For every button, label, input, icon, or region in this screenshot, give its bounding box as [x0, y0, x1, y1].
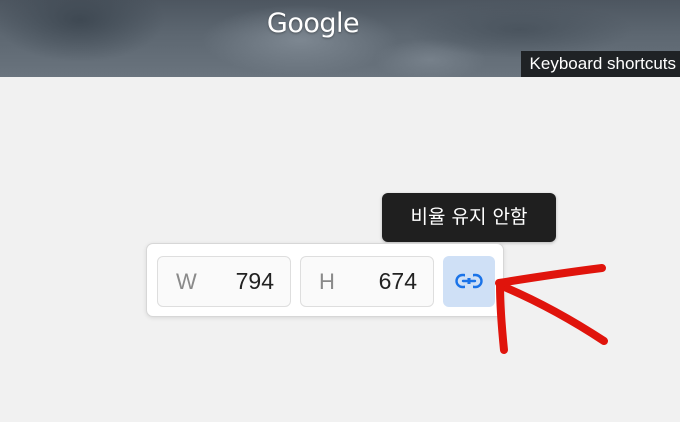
- width-label: W: [176, 269, 197, 294]
- height-field[interactable]: H 674: [300, 256, 434, 307]
- dimension-panel: W 794 H 674: [146, 243, 504, 317]
- link-icon: [455, 273, 483, 289]
- height-label: H: [319, 269, 335, 294]
- screenshot-stage: Google Keyboard shortcuts 비율 유지 안함 W 794…: [0, 0, 680, 422]
- aspect-ratio-link-button[interactable]: [443, 256, 495, 307]
- aspect-ratio-tooltip: 비율 유지 안함: [382, 193, 556, 242]
- width-field[interactable]: W 794: [157, 256, 291, 307]
- keyboard-shortcuts-link[interactable]: Keyboard shortcuts: [520, 51, 680, 77]
- height-value[interactable]: 674: [379, 257, 417, 306]
- google-logo: Google: [266, 8, 360, 39]
- map-imagery[interactable]: Google Keyboard shortcuts: [0, 0, 680, 77]
- width-value[interactable]: 794: [236, 257, 274, 306]
